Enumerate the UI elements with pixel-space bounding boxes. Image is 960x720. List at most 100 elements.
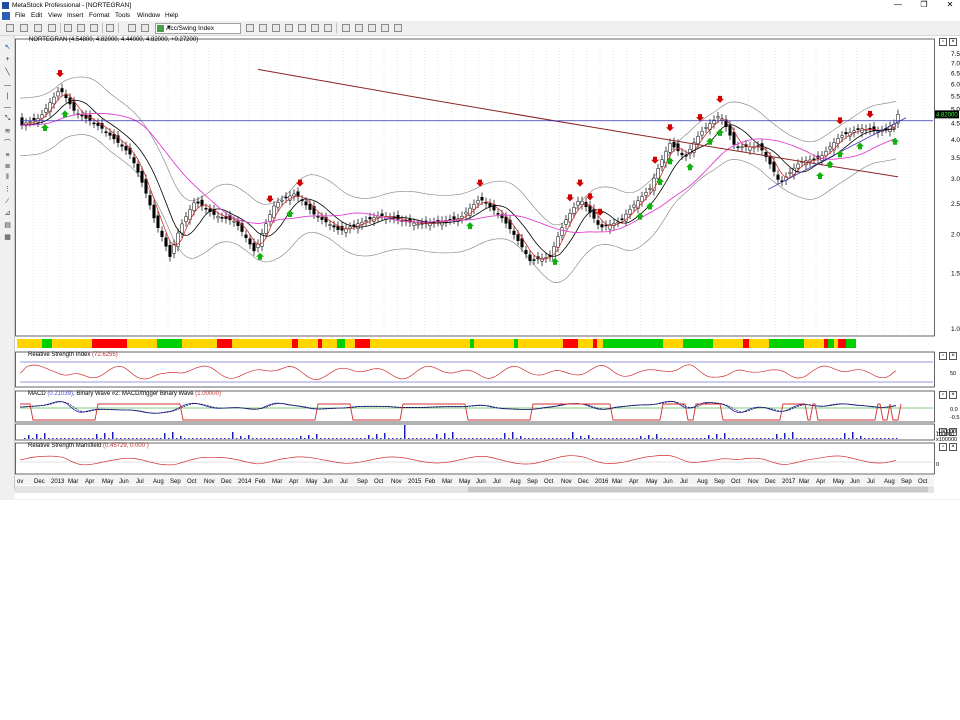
chart-icon[interactable] xyxy=(298,24,306,32)
volume-bar xyxy=(728,438,730,439)
volume-bar xyxy=(72,438,74,439)
explorer-icon[interactable] xyxy=(259,24,267,32)
date-axis-label: Oct xyxy=(374,479,384,485)
cycle-lines-icon[interactable]: ‖ xyxy=(3,174,12,181)
crosshair-tool-icon[interactable]: + xyxy=(3,56,12,63)
copy-icon[interactable] xyxy=(77,24,85,32)
menu-file[interactable]: File xyxy=(15,12,25,19)
menu-format[interactable]: Format xyxy=(89,12,110,19)
expert-ribbon-segment xyxy=(92,339,127,348)
expert-ribbon-segment xyxy=(597,339,603,348)
expert-advisor-select[interactable]: Acc/Swing Index ▼ xyxy=(155,23,241,34)
volume-bar xyxy=(188,438,190,439)
menu-edit[interactable]: Edit xyxy=(31,12,42,19)
fibonacci-arcs-icon[interactable]: ≋ xyxy=(3,128,12,135)
volume-bar xyxy=(808,438,810,439)
volume-bar xyxy=(272,438,274,439)
candle-body xyxy=(244,234,248,238)
channel-tool-icon[interactable]: ≡ xyxy=(3,152,12,159)
volume-bar xyxy=(552,438,554,439)
vertical-line-tool-icon[interactable]: | xyxy=(3,93,12,100)
volume-bar xyxy=(184,438,186,439)
paste-icon[interactable] xyxy=(90,24,98,32)
trendline-tool-icon[interactable]: ╲ xyxy=(3,69,12,76)
volume-bar xyxy=(428,438,430,439)
minimize-button[interactable]: — xyxy=(888,0,908,11)
date-axis-label: Feb xyxy=(425,479,436,485)
expert-ribbon-segment xyxy=(846,339,856,348)
ray-tool-icon[interactable]: ⤡ xyxy=(3,115,12,122)
expert-attach-icon[interactable] xyxy=(246,24,254,32)
window-cascade-icon[interactable] xyxy=(342,24,350,32)
select-pointer-icon[interactable]: ↖ xyxy=(3,44,12,51)
volume-bar xyxy=(432,438,434,439)
date-axis-label: Apr xyxy=(816,479,825,485)
menu-window[interactable]: Window xyxy=(137,12,160,19)
zoom-in-icon[interactable] xyxy=(311,24,319,32)
tile-grid-icon[interactable] xyxy=(381,24,389,32)
volume-bar xyxy=(304,438,306,439)
crosshair-icon[interactable] xyxy=(128,24,136,32)
zoom-icon[interactable] xyxy=(141,24,149,32)
date-axis-label: Nov xyxy=(561,479,572,485)
menu-help[interactable]: Help xyxy=(165,12,178,19)
expert-ribbon-segment xyxy=(157,339,182,348)
volume-bar xyxy=(208,438,210,439)
horizontal-line-tool-icon[interactable]: — xyxy=(3,82,12,89)
chart-canvas[interactable]: 7.57.06.56.05.55.04.54.03.53.02.52.01.51… xyxy=(15,36,960,499)
tile-vertical-icon[interactable] xyxy=(368,24,376,32)
price-axis-label: 5.5 xyxy=(951,93,960,100)
menu-tools[interactable]: Tools xyxy=(115,12,130,19)
volume-bar xyxy=(740,438,742,439)
text-tool-icon[interactable]: — xyxy=(3,104,12,111)
date-axis-label: Dec xyxy=(765,479,776,485)
volume-bar xyxy=(400,438,402,439)
window-list-icon[interactable] xyxy=(394,24,402,32)
expert-ribbon-segment xyxy=(713,339,743,348)
time-zones-icon[interactable]: ⋮ xyxy=(3,186,12,193)
new-icon[interactable] xyxy=(6,24,14,32)
volume-bar xyxy=(236,438,238,439)
candle-body xyxy=(220,217,224,219)
volume-bar xyxy=(368,435,370,439)
volume-bar xyxy=(56,438,58,439)
expert-ribbon-segment xyxy=(42,339,52,348)
regression-tool-icon[interactable]: ∕ xyxy=(3,198,12,205)
volume-bar xyxy=(276,438,278,439)
menu-view[interactable]: View xyxy=(48,12,62,19)
close-button[interactable]: ✕ xyxy=(940,0,960,11)
help-icon[interactable] xyxy=(324,24,332,32)
candle-body xyxy=(232,220,236,223)
date-axis-label: Nov xyxy=(391,479,402,485)
menu-insert[interactable]: Insert xyxy=(67,12,83,19)
candle-body xyxy=(160,230,164,237)
volume-bar xyxy=(760,438,762,439)
chart-window-icon[interactable] xyxy=(2,12,10,20)
volume-bar xyxy=(224,438,226,439)
restore-button[interactable]: ❐ xyxy=(914,0,934,11)
save-icon[interactable] xyxy=(34,24,42,32)
fibonacci-retracement-icon[interactable]: ≣ xyxy=(3,163,12,170)
date-axis-label: Jun xyxy=(663,479,673,485)
volume-bar xyxy=(516,438,518,439)
volume-bar xyxy=(264,438,266,439)
indicator-builder-icon[interactable] xyxy=(285,24,293,32)
indicator-axis-label: x100000 xyxy=(936,437,957,443)
speed-lines-icon[interactable]: ⌒ xyxy=(3,140,12,147)
grid-tool-icon[interactable]: ▦ xyxy=(3,234,12,241)
system-tester-icon[interactable] xyxy=(272,24,280,32)
expert-ribbon-segment xyxy=(322,339,337,348)
expert-ribbon-segment xyxy=(182,339,217,348)
cut-icon[interactable] xyxy=(64,24,72,32)
tile-horizontal-icon[interactable] xyxy=(355,24,363,32)
gann-fan-icon[interactable]: ⊿ xyxy=(3,210,12,217)
volume-bar xyxy=(84,438,86,439)
print-icon[interactable] xyxy=(48,24,56,32)
andrews-pitchfork-icon[interactable]: ▤ xyxy=(3,222,12,229)
undo-icon[interactable] xyxy=(106,24,114,32)
open-icon[interactable] xyxy=(20,24,28,32)
volume-bar xyxy=(132,438,134,439)
candle-body xyxy=(844,132,848,135)
volume-bar xyxy=(692,438,694,439)
candle-body xyxy=(672,141,676,148)
